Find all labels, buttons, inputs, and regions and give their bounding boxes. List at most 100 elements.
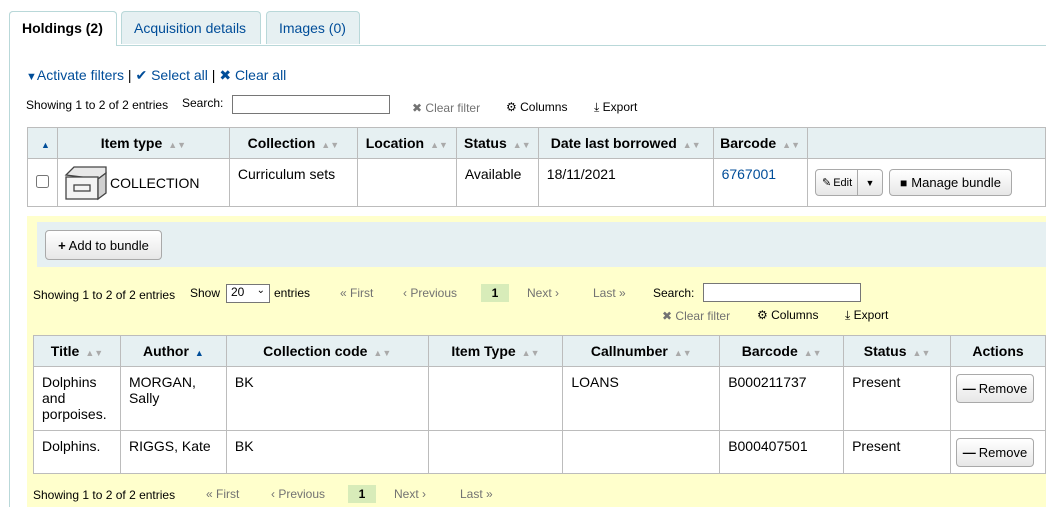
download-icon: ⤓ [845, 308, 851, 322]
collection-code-cell: BK [225, 366, 429, 431]
status-cell: Present [843, 366, 951, 431]
sort-icon: ▲▼ [803, 348, 822, 358]
remove-button[interactable]: — Remove [956, 438, 1034, 467]
panel-border [9, 45, 10, 507]
sort-icon: ▲▼ [430, 140, 448, 150]
barcode-link[interactable]: 6767001 [722, 166, 777, 182]
bundle-clear-filter[interactable]: ✖ Clear filter [662, 309, 730, 323]
edit-button[interactable]: ✎ Edit ▼ [815, 169, 883, 196]
bundle-previous-link[interactable]: ‹ Previous [403, 286, 457, 300]
sort-icon: ▲▼ [321, 140, 340, 150]
title-cell: Dolphins and porpoises. [33, 366, 121, 431]
item-type-label: COLLECTION [109, 174, 200, 191]
gear-icon: ⚙ [506, 100, 517, 114]
separator: | [127, 67, 132, 83]
sort-icon: ▲▼ [168, 140, 187, 150]
header-date-last-borrowed[interactable]: Date last borrowed ▲▼ [537, 127, 714, 159]
check-icon: ✔ [135, 67, 148, 83]
header-collection-code[interactable]: Collection code ▲▼ [225, 335, 429, 367]
collection-code-cell: BK [225, 430, 429, 474]
tab-bar: Holdings (2) Acquisition details Images … [9, 11, 1046, 46]
page-size-select[interactable]: 20 ⌄ [226, 284, 270, 303]
add-to-bundle-button[interactable]: + Add to bundle [45, 230, 162, 260]
x-icon: ✖ [662, 309, 673, 323]
header-status[interactable]: Status ▲▼ [455, 127, 539, 159]
footer-last-link[interactable]: Last » [460, 487, 493, 501]
item-type-cell [427, 366, 564, 431]
author-cell: RIGGS, Kate [119, 430, 227, 474]
minus-icon: — [962, 445, 976, 460]
sort-icon: ▲▼ [682, 140, 701, 150]
date-last-borrowed-cell: 18/11/2021 [537, 158, 714, 207]
header-actions: Actions [950, 335, 1046, 367]
bundle-toolbar [37, 222, 1046, 267]
holdings-search-label: Search: [182, 96, 224, 110]
header-callnumber[interactable]: Callnumber ▲▼ [562, 335, 721, 367]
item-type-cell [427, 430, 564, 474]
select-column-header[interactable]: ▲ [27, 127, 58, 159]
sort-icon: ▲▼ [782, 140, 800, 150]
bundle-entries-label: entries [274, 286, 311, 300]
status-cell: Present [843, 430, 951, 474]
header-actions [806, 127, 1046, 159]
holdings-columns-button[interactable]: ⚙ Columns [506, 100, 567, 114]
sort-icon: ▲▼ [912, 348, 931, 358]
status-cell: Available [455, 158, 539, 207]
holdings-export-button[interactable]: ⤓ Export [594, 100, 637, 115]
header-title[interactable]: Title ▲▼ [33, 335, 121, 367]
folder-icon: ■ [900, 175, 908, 190]
footer-current-page[interactable]: 1 [348, 485, 376, 503]
tab-acquisition-details[interactable]: Acquisition details [121, 11, 261, 44]
sort-icon: ▲▼ [521, 348, 540, 358]
sort-icon: ▲▼ [512, 140, 531, 150]
bundle-first-link[interactable]: « First [340, 286, 373, 300]
holdings-clear-filter[interactable]: ✖ Clear filter [412, 101, 480, 115]
activate-filters-link[interactable]: ▼Activate filters [26, 67, 128, 83]
manage-bundle-button[interactable]: ■ Manage bundle [889, 169, 1012, 196]
header-barcode[interactable]: Barcode ▲▼ [719, 335, 845, 367]
sort-icon: ▲▼ [373, 348, 392, 358]
footer-previous-link[interactable]: ‹ Previous [271, 487, 325, 501]
header-barcode[interactable]: Barcode ▲▼ [712, 127, 808, 159]
edit-dropdown-toggle[interactable]: ▼ [857, 170, 882, 195]
funnel-icon: ▼ [26, 71, 37, 83]
clear-all-link[interactable]: ✖ Clear all [219, 67, 286, 83]
row-checkbox[interactable] [35, 174, 49, 188]
bundle-search-input[interactable] [703, 283, 861, 302]
header-item-type[interactable]: Item Type ▲▼ [427, 335, 564, 367]
chevron-down-icon: ⌄ [256, 285, 265, 296]
bundle-table: Title ▲▼ Author ▲ Collection code ▲▼ Item T… [33, 335, 1046, 474]
plus-icon: + [58, 237, 66, 253]
tab-images[interactable]: Images (0) [266, 11, 360, 44]
download-icon: ⤓ [594, 100, 600, 114]
x-icon: ✖ [412, 101, 423, 115]
bundle-search-label: Search: [653, 286, 695, 300]
header-location[interactable]: Location ▲▼ [356, 127, 457, 159]
tab-holdings-active[interactable]: Holdings (2) [9, 11, 117, 46]
select-all-link[interactable]: ✔ Select all [135, 67, 211, 83]
barcode-cell: 6767001 [712, 158, 808, 207]
location-cell [356, 158, 457, 207]
gear-icon: ⚙ [757, 308, 768, 322]
header-item-type[interactable]: Item type ▲▼ [56, 127, 230, 159]
remove-button[interactable]: — Remove [956, 374, 1034, 403]
header-status[interactable]: Status ▲▼ [843, 335, 951, 367]
filter-links: ▼Activate filters | ✔ Select all | ✖ Cle… [26, 67, 286, 84]
sort-icon: ▲▼ [673, 348, 692, 358]
bundle-current-page[interactable]: 1 [481, 284, 509, 302]
bundle-export-button[interactable]: ⤓ Export [845, 308, 888, 323]
callnumber-cell [562, 430, 721, 474]
sort-asc-icon: ▲ [41, 140, 50, 150]
bundle-columns-button[interactable]: ⚙ Columns [757, 308, 818, 322]
sort-icon: ▲▼ [85, 348, 104, 358]
header-collection[interactable]: Collection ▲▼ [228, 127, 358, 159]
bundle-last-link[interactable]: Last » [593, 286, 626, 300]
bundle-next-link[interactable]: Next › [527, 286, 559, 300]
header-author[interactable]: Author ▲ [119, 335, 227, 367]
footer-first-link[interactable]: « First [206, 487, 239, 501]
bundle-footer-info: Showing 1 to 2 of 2 entries [33, 488, 176, 502]
item-type-cell: COLLECTION [56, 158, 230, 207]
footer-next-link[interactable]: Next › [394, 487, 426, 501]
table-row: Dolphins and porpoises. MORGAN, Sally BK… [33, 366, 1046, 431]
holdings-search-input[interactable] [232, 95, 390, 114]
